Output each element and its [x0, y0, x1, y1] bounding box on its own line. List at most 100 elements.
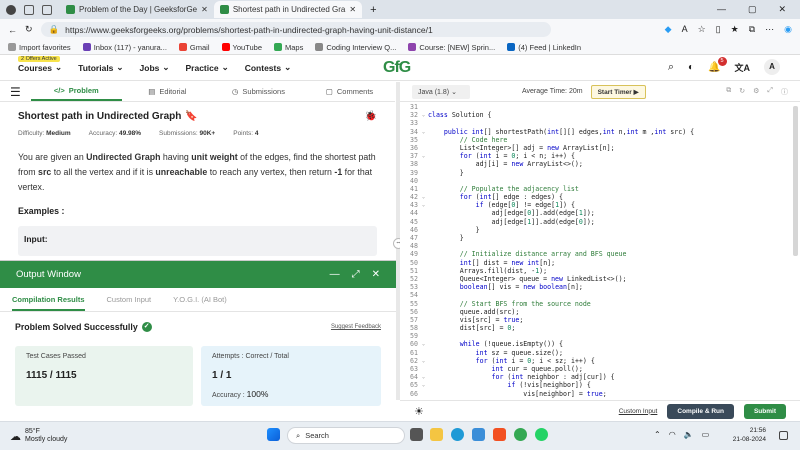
gfg-logo[interactable]: GfG — [383, 59, 411, 77]
tab-comments[interactable]: ▢ Comments — [304, 82, 395, 101]
bookmark-maps[interactable]: Maps — [274, 43, 303, 52]
edge-icon[interactable] — [451, 428, 464, 441]
line-number: 64 — [410, 373, 418, 382]
fold-icon[interactable] — [422, 332, 428, 340]
store-icon[interactable] — [472, 428, 485, 441]
import-icon — [8, 43, 16, 51]
bookmark-gmail[interactable]: Gmail — [178, 43, 210, 52]
tab-custom-input[interactable]: Custom Input — [107, 295, 152, 304]
clock[interactable]: 21:56 21-08-2024 — [733, 426, 766, 444]
translate-icon[interactable]: 文A — [735, 61, 751, 74]
info-icon[interactable]: ⓘ — [781, 87, 788, 97]
suggest-feedback-link[interactable]: Suggest Feedback — [331, 324, 381, 330]
fold-icon[interactable] — [422, 103, 428, 111]
code-editor[interactable]: 31 32 ⌄ class Solution {33 34 ⌄ public int[] … — [400, 102, 800, 400]
bookmark-label: YouTube — [232, 42, 262, 52]
nav-courses[interactable]: Courses ⌄ — [18, 62, 62, 73]
search-icon[interactable]: ⌕ — [668, 61, 674, 74]
read-aloud-icon[interactable]: A — [682, 24, 688, 35]
bookmark-inbox[interactable]: Inbox (117) - yanura... — [82, 43, 167, 52]
bookmark-coding[interactable]: Coding Interview Q... — [315, 43, 396, 52]
fold-icon[interactable] — [422, 291, 428, 299]
chevron-up-icon[interactable]: ⌃ — [654, 430, 661, 439]
workspaces-icon[interactable] — [24, 4, 34, 15]
taskbar-search[interactable]: ⌕ Search — [287, 427, 405, 444]
submissions-value: 90K+ — [199, 130, 216, 137]
bookmark-import[interactable]: Import favorites — [8, 43, 71, 52]
notification-bell-icon[interactable]: 🔔 5 — [708, 56, 727, 73]
code-line: 50 int[] dist = new int[n]; — [400, 259, 800, 267]
fold-icon[interactable] — [422, 119, 428, 127]
tab-compilation-results[interactable]: Compilation Results — [12, 288, 85, 311]
copy-icon[interactable]: ⧉ — [726, 87, 731, 97]
tab-problem[interactable]: </> Problem — [30, 82, 122, 101]
chevron-down-icon: ⌄ — [55, 62, 63, 72]
fold-icon[interactable] — [422, 242, 428, 250]
close-icon[interactable]: ✕ — [372, 269, 380, 280]
refresh-icon[interactable]: ↻ — [25, 24, 33, 35]
volume-icon[interactable]: 🔈 — [684, 430, 694, 439]
browser-tab-potd[interactable]: Problem of the Day | GeeksforGe ✕ — [60, 1, 214, 18]
profile-icon[interactable] — [6, 4, 16, 15]
collections-icon[interactable]: ⧉ — [749, 24, 755, 35]
close-tab-icon[interactable]: ✕ — [201, 5, 208, 14]
nav-practice[interactable]: Practice ⌄ — [186, 62, 229, 73]
weather-widget[interactable]: ☁ 85°F Mostly cloudy — [0, 428, 67, 444]
whatsapp-icon[interactable] — [535, 428, 548, 441]
minimize-icon[interactable]: — — [717, 4, 726, 15]
notification-center-icon[interactable] — [779, 431, 788, 440]
chrome-icon[interactable] — [514, 428, 527, 441]
favorites-star-icon[interactable]: ☆ — [698, 24, 706, 35]
more-icon[interactable]: ⋯ — [765, 24, 774, 35]
close-window-icon[interactable]: ✕ — [778, 4, 786, 15]
bookmark-youtube[interactable]: YouTube — [221, 42, 262, 52]
bookmark-icon[interactable]: 🔖 — [185, 111, 197, 122]
bookmark-linkedin[interactable]: (4) Feed | LinkedIn — [507, 43, 581, 52]
dark-mode-icon[interactable]: ◐ — [688, 62, 694, 73]
custom-input-link[interactable]: Custom Input — [619, 408, 658, 415]
favorites-icon[interactable]: ★ — [731, 24, 739, 35]
theme-sun-icon[interactable]: ☀ — [414, 405, 424, 418]
fold-icon[interactable] — [422, 177, 428, 185]
submit-button[interactable]: Submit — [743, 403, 786, 419]
brave-icon[interactable] — [493, 428, 506, 441]
tab-actions-icon[interactable] — [42, 4, 52, 15]
file-explorer-icon[interactable] — [430, 428, 443, 441]
nav-tutorials[interactable]: Tutorials ⌄ — [78, 62, 123, 73]
start-timer-button[interactable]: Start Timer ▶ — [590, 84, 646, 99]
tab-submissions[interactable]: ◷ Submissions — [213, 82, 304, 101]
nav-contests[interactable]: Contests ⌄ — [245, 62, 292, 73]
bookmark-course[interactable]: Course: [NEW] Sprin... — [408, 43, 495, 52]
tab-yogi-ai-bot[interactable]: Y.O.G.I. (AI Bot) — [173, 295, 227, 304]
back-icon[interactable]: ← — [8, 25, 17, 35]
close-tab-icon[interactable]: ✕ — [349, 5, 356, 14]
browser-tab-shortest-path[interactable]: Shortest path in Undirected Gra ✕ — [213, 1, 363, 18]
new-tab-icon[interactable]: + — [362, 4, 384, 16]
attempts-label: Attempts : Correct / Total — [212, 353, 289, 360]
menu-icon[interactable]: ☰ — [0, 85, 31, 99]
editor-scrollbar[interactable] — [793, 106, 798, 256]
url-field[interactable]: 🔒 https://www.geeksforgeeks.org/problems… — [40, 22, 551, 37]
extension-icon[interactable]: ◆ — [665, 24, 672, 35]
nav-label: Practice — [185, 62, 219, 73]
maximize-icon[interactable]: ▢ — [748, 4, 757, 15]
compile-run-button[interactable]: Compile & Run — [667, 403, 734, 419]
split-screen-icon[interactable]: ▯ — [716, 24, 721, 35]
fullscreen-icon[interactable]: ⤢ — [767, 87, 773, 97]
wifi-icon[interactable]: ◠ — [669, 430, 676, 439]
battery-icon[interactable]: ▭ — [702, 430, 710, 439]
reset-icon[interactable]: ↻ — [739, 87, 745, 97]
tab-editorial[interactable]: ▤ Editorial — [122, 82, 213, 101]
report-bug-icon[interactable]: 🐞 — [365, 111, 377, 122]
avatar[interactable]: A — [764, 59, 780, 75]
settings-icon[interactable]: ⚙ — [753, 87, 759, 97]
expand-icon[interactable]: ⤢ — [352, 269, 360, 280]
windows-start-icon[interactable] — [267, 428, 280, 441]
offers-badge[interactable]: 2 Offers Active — [18, 56, 60, 62]
minimize-icon[interactable]: — — [330, 269, 340, 280]
line-number: 59 — [410, 332, 418, 341]
task-view-icon[interactable] — [410, 428, 423, 441]
nav-jobs[interactable]: Jobs ⌄ — [140, 62, 170, 73]
language-select[interactable]: Java (1.8) ⌄ — [412, 84, 470, 99]
copilot-icon[interactable]: ◉ — [784, 24, 792, 35]
